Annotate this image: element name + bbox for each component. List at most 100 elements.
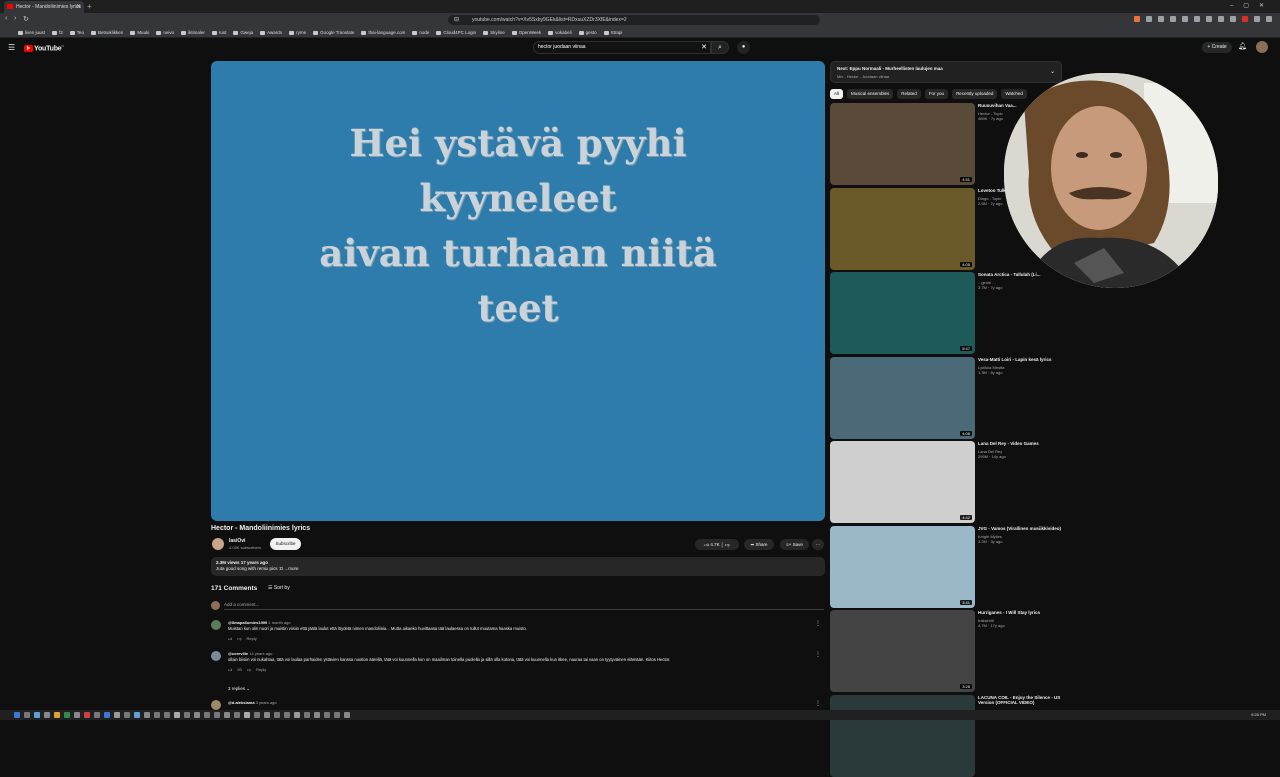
video-title[interactable]: JVG - Vamos (Virallinen musiikkivideo) [978, 526, 1062, 532]
taskbar-app-icon[interactable] [104, 712, 110, 718]
commenter-avatar[interactable] [211, 651, 221, 661]
filter-chip[interactable]: Watched [1001, 89, 1027, 99]
comment-menu-icon[interactable]: ⋮ [815, 700, 821, 707]
video-thumbnail[interactable]: 5:47 [830, 272, 975, 354]
sort-by-button[interactable]: ☰ Sort by [268, 585, 290, 591]
recommended-video[interactable]: 4:08 Vesa-Matti Loiri - Lapin kesä lyrics… [830, 356, 1062, 439]
bookmark-item[interactable]: liven juust [18, 27, 45, 37]
video-thumbnail[interactable]: 4:42 [830, 441, 975, 523]
voice-search-button[interactable]: ● [737, 41, 750, 54]
filter-chip[interactable]: Musical ensembles [847, 89, 894, 99]
up-next-panel[interactable]: Next: Eppu Normaali - Murheellisten laul… [830, 61, 1062, 83]
taskbar-app-icon[interactable] [154, 712, 160, 718]
taskbar-app-icon[interactable] [114, 712, 120, 718]
video-thumbnail[interactable]: 4:08 [830, 356, 975, 439]
video-player[interactable]: Hei ystävä pyyhi kyyneleet aivan turhaan… [211, 61, 825, 521]
recommended-video[interactable]: 3:41 JVG - Vamos (Virallinen musiikkivide… [830, 525, 1062, 608]
bookmark-item[interactable]: Muuki [130, 27, 149, 37]
create-button[interactable]: + Create [1202, 42, 1232, 53]
taskbar-app-icon[interactable] [14, 712, 20, 718]
commenter-avatar[interactable] [211, 620, 221, 630]
taskbar-app-icon[interactable] [294, 712, 300, 718]
channel-name[interactable]: lasiOvi [229, 538, 245, 544]
thumbs-up-icon[interactable]: 👍︎ [228, 667, 232, 672]
window-controls[interactable]: –▢✕ [1230, 0, 1274, 13]
notifications-bell-icon[interactable]: 🔔︎ [1238, 42, 1247, 50]
taskbar-app-icon[interactable] [94, 712, 100, 718]
filter-chip[interactable]: Recently uploaded [952, 89, 998, 99]
add-comment-input[interactable]: Add a comment... [224, 602, 824, 610]
video-thumbnail[interactable]: 4:51 [830, 103, 975, 185]
thumbs-up-icon[interactable]: 👍︎ [228, 636, 232, 641]
address-bar[interactable]: ⊟ youtube.com/watch?v=Xv5Sxby9GEk&list=R… [448, 15, 820, 25]
thumbs-up-icon[interactable]: 👍︎ [704, 542, 709, 547]
recommended-video[interactable]: 5:47 Sonata Arctica - Tallulah (Li... ...g… [830, 272, 1062, 354]
bookmark-item[interactable]: f3 [52, 27, 63, 37]
thumbs-down-icon[interactable]: 👎︎ [247, 667, 251, 672]
taskbar-app-icon[interactable] [64, 712, 70, 718]
taskbar-app-icon[interactable] [74, 712, 80, 718]
search-button[interactable]: ⌕ [711, 41, 729, 54]
taskbar-app-icon[interactable] [34, 712, 40, 718]
youtube-logo[interactable]: YouTubeFI [24, 44, 64, 52]
bookmark-item[interactable]: gesto [578, 27, 597, 37]
comment-author[interactable]: @coreville [228, 651, 248, 656]
taskbar-app-icon[interactable] [324, 712, 330, 718]
new-tab-icon[interactable]: + [87, 0, 92, 13]
taskbar-app-icon[interactable] [254, 712, 260, 718]
taskbar-app-icon[interactable] [144, 712, 150, 718]
filter-chip[interactable]: All [830, 89, 844, 99]
save-button[interactable]: ≡+ Save [780, 539, 809, 550]
commenter-avatar[interactable] [211, 700, 221, 710]
bookmark-item[interactable]: OpenWeek [511, 27, 541, 37]
taskbar-app-icon[interactable] [314, 712, 320, 718]
video-thumbnail[interactable]: 4:05 [830, 187, 975, 270]
taskbar-app-icon[interactable] [54, 712, 60, 718]
subscribe-button[interactable]: Subscribe [270, 538, 301, 550]
recommended-video[interactable]: 4:42 Lana Del Rey - Video Games Lana Del R… [830, 441, 1062, 523]
menu-icon[interactable]: ☰ [8, 43, 15, 52]
video-title[interactable]: Vesa-Matti Loiri - Lapin kesä lyrics [978, 357, 1062, 363]
video-title[interactable]: LACUNA COIL - Enjoy the Silence - US Ver… [978, 695, 1062, 706]
forward-icon[interactable]: › [14, 15, 16, 22]
bookmark-item[interactable]: Strapi [603, 27, 622, 37]
comment-menu-icon[interactable]: ⋮ [815, 620, 821, 627]
video-title[interactable]: Lana Del Rey - Video Games [978, 441, 1062, 447]
taskbar-app-icon[interactable] [44, 712, 50, 718]
taskbar-app-icon[interactable] [124, 712, 130, 718]
description-box[interactable]: 2.3M views 17 years ago Juta good song w… [211, 557, 825, 576]
extension-icons[interactable] [1134, 16, 1272, 22]
chevron-down-icon[interactable]: ⌄ [1050, 68, 1055, 75]
bookmark-item[interactable]: Awards [260, 27, 282, 37]
taskbar-app-icon[interactable] [204, 712, 210, 718]
share-button[interactable]: ➦ Share [744, 539, 774, 550]
taskbar-app-icon[interactable] [304, 712, 310, 718]
video-title[interactable]: Hurriganes - I Will Stay lyrics [978, 610, 1062, 616]
clear-search-icon[interactable]: ✕ [701, 42, 707, 53]
taskbar-app-icon[interactable] [194, 712, 200, 718]
taskbar-app-icon[interactable] [84, 712, 90, 718]
reload-icon[interactable]: ↻ [23, 15, 29, 23]
bookmark-item[interactable]: Gweja [233, 27, 253, 37]
taskbar-app-icon[interactable] [344, 712, 350, 718]
bookmark-item[interactable]: Google Translate [313, 27, 354, 37]
show-replies-button[interactable]: 3 replies ⌄ [228, 686, 250, 692]
filter-chip[interactable]: For you [924, 89, 949, 99]
thumbs-down-icon[interactable]: 👎︎ [237, 636, 241, 641]
bookmark-item[interactable]: Teo [69, 27, 84, 37]
bookmark-item[interactable]: iktimaler [181, 27, 205, 37]
video-title[interactable]: Sonata Arctica - Tallulah (Li... [978, 272, 1062, 278]
taskbar-app-icon[interactable] [24, 712, 30, 718]
taskbar-app-icon[interactable] [244, 712, 250, 718]
browser-tab-active[interactable]: Hector - Mandoliinimies lyrics ✕ [4, 1, 84, 13]
taskbar-app-icon[interactable] [234, 712, 240, 718]
video-thumbnail[interactable]: 3:41 [830, 525, 975, 608]
taskbar-app-icon[interactable] [174, 712, 180, 718]
taskbar-app-icon[interactable] [134, 712, 140, 718]
like-dislike-group[interactable]: 👍︎ 4.7K │ 👎︎ [695, 539, 739, 550]
bookmark-item[interactable]: node [412, 27, 429, 37]
taskbar-app-icon[interactable] [284, 712, 290, 718]
bookmark-item[interactable]: Betsoklikkeri [91, 27, 123, 37]
comment-author[interactable]: @d.aleksiama [228, 700, 255, 705]
close-tab-icon[interactable]: ✕ [76, 1, 81, 13]
